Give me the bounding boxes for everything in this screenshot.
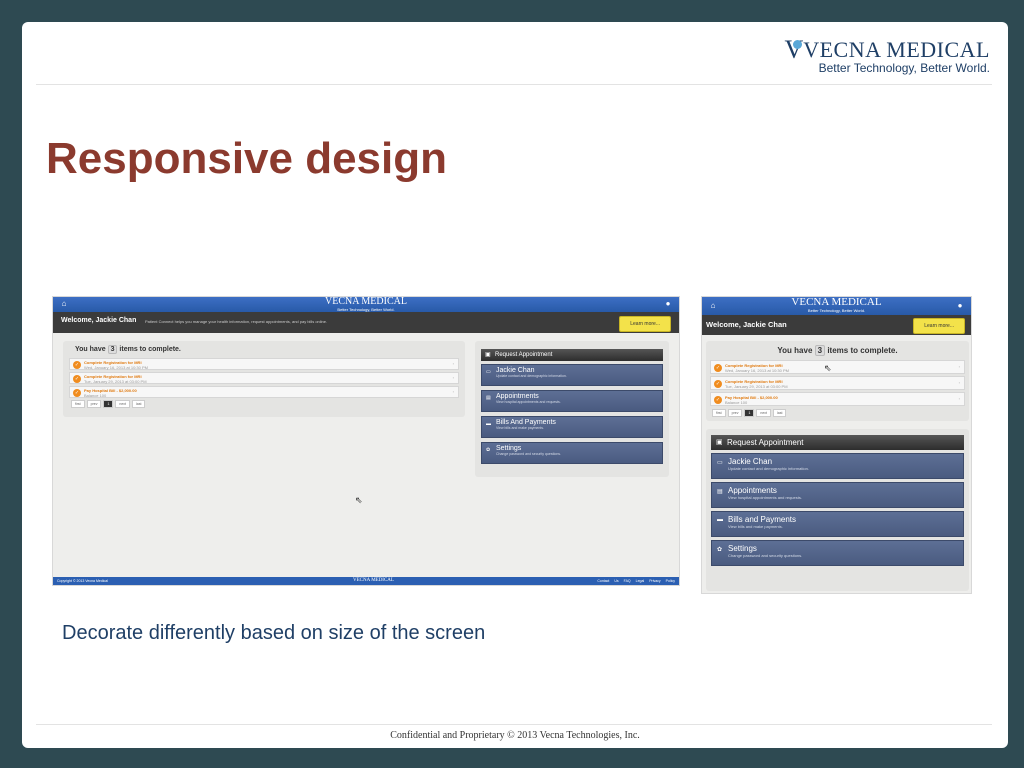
request-appointment-button[interactable]: ▣ Request Appointment: [711, 435, 964, 450]
footer-link[interactable]: Legal: [636, 579, 645, 583]
pager-last[interactable]: last: [773, 409, 787, 417]
logo-tagline: Better Technology, Better World.: [818, 61, 990, 75]
pager-prev[interactable]: prev: [86, 400, 102, 408]
chevron-right-icon: ›: [452, 361, 454, 366]
welcome-text: Welcome, Jackie Chan: [61, 317, 137, 324]
todo-item[interactable]: ✓ Complete Registration for MRI Tue, Janu…: [710, 376, 965, 390]
request-appointment-button[interactable]: ▣ Request Appointment: [481, 349, 663, 361]
footer-link[interactable]: Privacy Policy: [649, 579, 675, 583]
chevron-right-icon: ›: [958, 380, 960, 385]
footer-brand: VECNA MEDICAL: [353, 578, 394, 583]
check-icon: ✓: [73, 389, 81, 397]
learn-more-button[interactable]: Learn more...: [913, 318, 965, 334]
check-icon: ✓: [714, 380, 722, 388]
todo-panel: You have 3 items to complete. ✓ Complete…: [63, 341, 465, 417]
id-card-icon: ▭: [717, 460, 723, 466]
footer-link[interactable]: Contact Us: [597, 579, 618, 583]
logo-name: VECNA MEDICAL: [803, 37, 990, 62]
todo-heading: You have 3 items to complete.: [75, 345, 181, 354]
menu-item-appointments[interactable]: ▤ Appointments View hospital appointment…: [481, 390, 663, 412]
footer-divider: [36, 724, 992, 725]
gear-icon: ✿: [486, 447, 491, 453]
gear-icon: ✿: [717, 547, 723, 553]
welcome-subtext: Patient Connect helps you manage your he…: [145, 319, 328, 324]
welcome-bar: Welcome, Jackie Chan Patient Connect hel…: [53, 312, 679, 333]
menu-item-profile[interactable]: ▭ Jackie Chan Update contact and demogra…: [481, 364, 663, 386]
slide-title: Responsive design: [46, 134, 448, 183]
calendar-icon: ▤: [717, 489, 723, 495]
vecna-logo: V VECNA MEDICAL Better Technology, Bette…: [784, 35, 990, 76]
welcome-bar: Welcome, Jackie Chan Learn more...: [702, 315, 971, 335]
desktop-screenshot: ⌂ VECNA MEDICAL Better Technology, Better…: [52, 296, 680, 586]
mouse-cursor-icon: ⇖: [824, 363, 832, 373]
todo-panel: You have 3 items to complete. ✓ Complete…: [706, 341, 969, 421]
todo-item[interactable]: ✓ Complete Registration for MRI Wed, Janu…: [710, 360, 965, 374]
footer-links: Contact Us FAQ Legal Privacy Policy: [597, 577, 675, 585]
chevron-right-icon: ›: [958, 396, 960, 401]
app-footer-bar: Copyright © 2013 Vecna Medical VECNA MED…: [53, 577, 679, 585]
slide-caption: Decorate differently based on size of th…: [62, 622, 486, 644]
todo-heading: You have 3 items to complete.: [777, 345, 898, 356]
copyright-text: Copyright © 2013 Vecna Medical: [57, 579, 109, 583]
todo-item[interactable]: ✓ Complete Registration for MRI Tue, Janu…: [69, 372, 459, 384]
todo-item[interactable]: ✓ Pay Hospital Bill - $2,000.00 Balance 1…: [710, 392, 965, 406]
account-icon[interactable]: ●: [955, 301, 965, 311]
mouse-cursor-icon: ⇖: [355, 495, 363, 505]
calendar-icon: ▣: [485, 352, 491, 358]
calendar-icon: ▤: [486, 395, 491, 401]
menu-item-profile[interactable]: ▭ Jackie Chan Update contact and demogra…: [711, 453, 964, 479]
pager-current[interactable]: 1: [744, 409, 755, 417]
id-card-icon: ▭: [486, 369, 491, 375]
check-icon: ✓: [714, 364, 722, 372]
menu-panel: ▣ Request Appointment ▭ Jackie Chan Upda…: [475, 341, 669, 477]
pager-first[interactable]: first: [71, 400, 85, 408]
calendar-icon: ▣: [716, 439, 723, 446]
app-brand: VECNA MEDICAL Better Technology, Better W…: [791, 296, 882, 313]
menu-item-bills[interactable]: ▬ Bills and Payments View bills and make…: [711, 511, 964, 537]
pager-next[interactable]: next: [756, 409, 772, 417]
todo-item[interactable]: ✓ Pay Hospital Bill - $2,000.00 Balance 1…: [69, 386, 459, 398]
card-icon: ▬: [717, 517, 723, 523]
account-icon[interactable]: ●: [663, 299, 673, 309]
app-topbar: ⌂ VECNA MEDICAL Better Technology, Better…: [53, 297, 679, 312]
header-divider: [36, 84, 992, 85]
pager-last[interactable]: last: [132, 400, 146, 408]
app-brand: VECNA MEDICAL Better Technology, Better W…: [325, 296, 407, 312]
menu-item-appointments[interactable]: ▤ Appointments View hospital appointment…: [711, 482, 964, 508]
chevron-right-icon: ›: [452, 389, 454, 394]
menu-item-settings[interactable]: ✿ Settings Change password and security …: [481, 442, 663, 464]
todo-item[interactable]: ✓ Complete Registration for MRI Wed, Janu…: [69, 358, 459, 370]
slide-footer: Confidential and Proprietary © 2013 Vecn…: [390, 730, 640, 741]
check-icon: ✓: [73, 375, 81, 383]
footer-link[interactable]: FAQ: [624, 579, 631, 583]
app-topbar: ⌂ VECNA MEDICAL Better Technology, Better…: [702, 297, 971, 315]
chevron-right-icon: ›: [958, 364, 960, 369]
pager: first prev 1 next last: [712, 409, 963, 417]
chevron-right-icon: ›: [452, 375, 454, 380]
menu-item-bills[interactable]: ▬ Bills And Payments View bills and make…: [481, 416, 663, 438]
pager-first[interactable]: first: [712, 409, 726, 417]
logo-v-mark: V: [784, 35, 804, 64]
pager-current[interactable]: 1: [103, 400, 114, 408]
menu-item-settings[interactable]: ✿ Settings Change password and security …: [711, 540, 964, 566]
check-icon: ✓: [714, 396, 722, 404]
pager-next[interactable]: next: [115, 400, 131, 408]
welcome-text: Welcome, Jackie Chan: [706, 320, 787, 329]
pager-prev[interactable]: prev: [727, 409, 743, 417]
menu-panel: ▣ Request Appointment ▭ Jackie Chan Upda…: [706, 429, 969, 591]
card-icon: ▬: [486, 421, 491, 427]
learn-more-button[interactable]: Learn more...: [619, 316, 671, 332]
pager: first prev 1 next last: [71, 400, 457, 408]
slide: V VECNA MEDICAL Better Technology, Bette…: [22, 22, 1008, 748]
mobile-screenshot: ⌂ VECNA MEDICAL Better Technology, Better…: [701, 296, 972, 594]
check-icon: ✓: [73, 361, 81, 369]
